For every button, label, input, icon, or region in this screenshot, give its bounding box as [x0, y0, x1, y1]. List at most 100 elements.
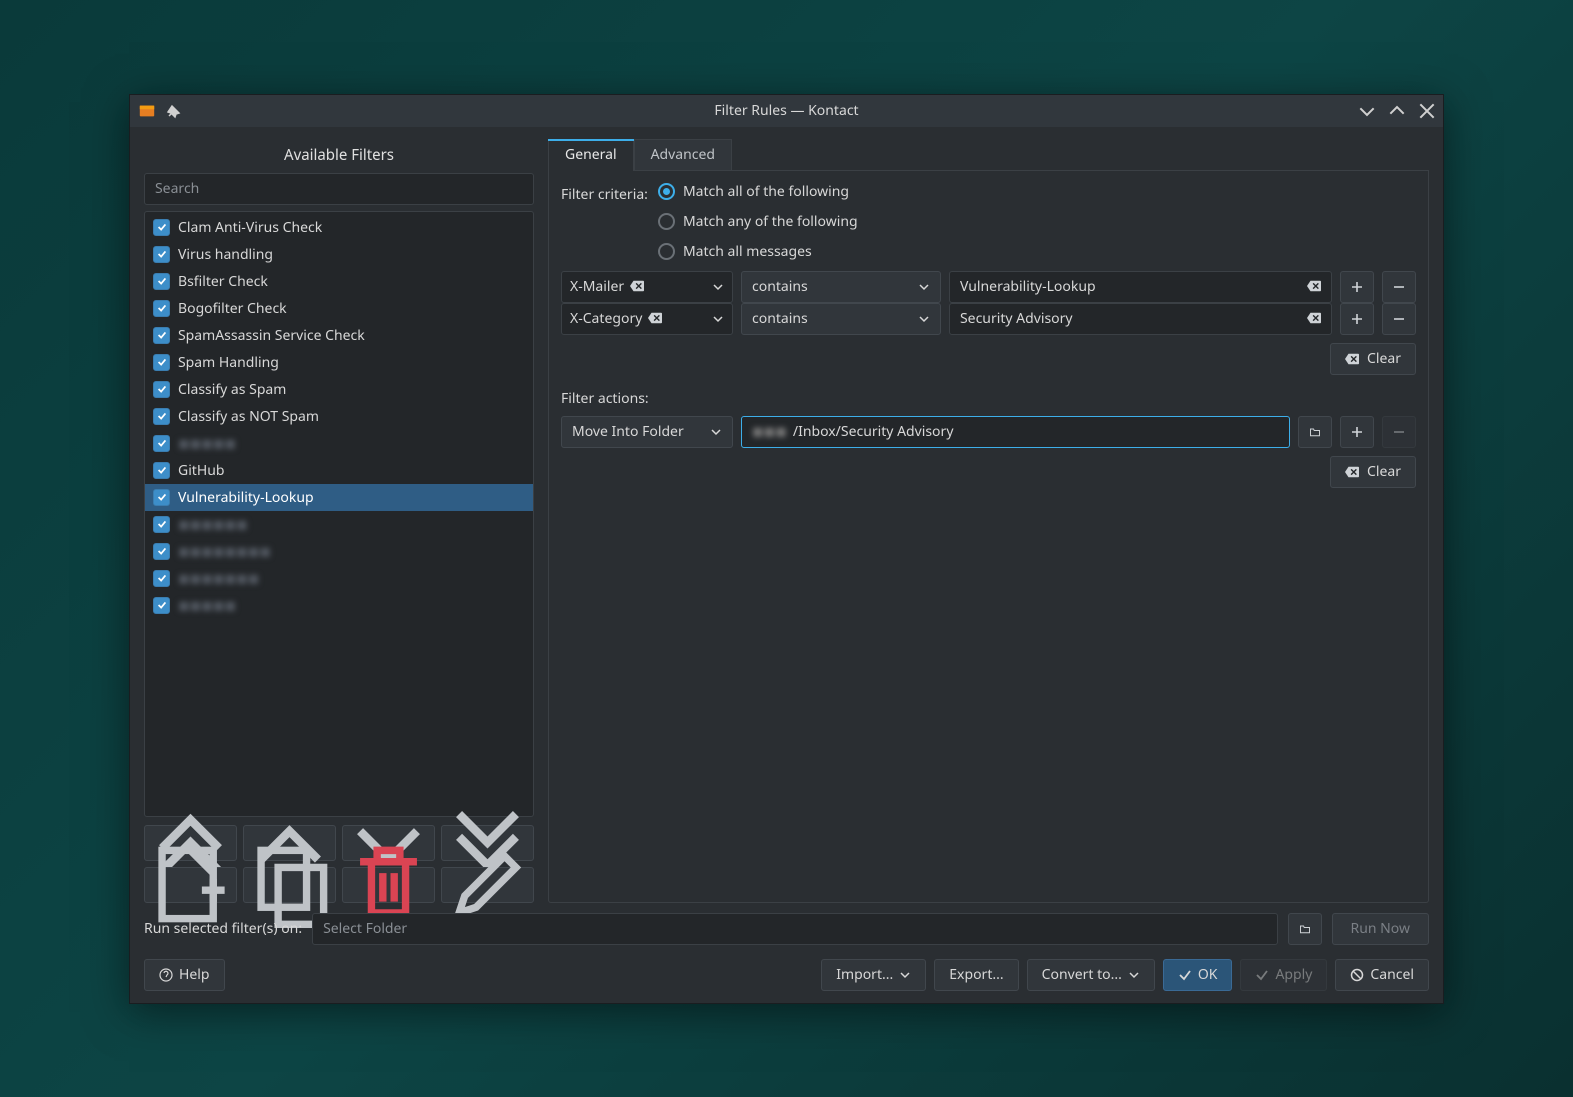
filter-checkbox[interactable]	[153, 327, 170, 344]
rule-operator-combo[interactable]: contains	[741, 303, 941, 335]
filter-checkbox[interactable]	[153, 219, 170, 236]
titlebar: Filter Rules — Kontact	[130, 95, 1443, 127]
backspace-icon	[1345, 466, 1359, 478]
action-rows: Move Into Folder◼◼◼/Inbox/Security Advis…	[561, 416, 1416, 448]
chevron-down-icon	[899, 969, 911, 981]
filter-item[interactable]: ◼◼◼◼◼◼	[145, 511, 533, 538]
filter-item[interactable]: GitHub	[145, 457, 533, 484]
filter-item[interactable]: Classify as Spam	[145, 376, 533, 403]
remove-action-button	[1382, 416, 1416, 448]
filter-item[interactable]: Bsfilter Check	[145, 268, 533, 295]
browse-run-folder-button[interactable]	[1288, 913, 1322, 945]
rename-filter-button[interactable]	[441, 867, 534, 903]
apply-button: Apply	[1240, 959, 1327, 991]
rule-value-input[interactable]: Security Advisory	[949, 303, 1332, 335]
minimize-button[interactable]	[1359, 103, 1375, 119]
copy-filter-button[interactable]	[243, 867, 336, 903]
filter-checkbox[interactable]	[153, 489, 170, 506]
filter-label: SpamAssassin Service Check	[178, 326, 365, 345]
filter-checkbox[interactable]	[153, 273, 170, 290]
filter-label: Classify as Spam	[178, 380, 286, 399]
cancel-button[interactable]: Cancel	[1335, 959, 1429, 991]
available-filters-panel: Available Filters Search Clam Anti-Virus…	[144, 139, 534, 903]
tab-advanced[interactable]: Advanced	[634, 139, 732, 170]
radio-match-all[interactable]: Match all of the following	[658, 181, 858, 203]
close-button[interactable]	[1419, 103, 1435, 119]
filter-item[interactable]: ◼◼◼◼◼	[145, 430, 533, 457]
filter-checkbox[interactable]	[153, 597, 170, 614]
criteria-rules: X-MailercontainsVulnerability-LookupX-Ca…	[561, 271, 1416, 335]
help-button[interactable]: Help	[144, 959, 225, 991]
radio-icon	[658, 243, 675, 260]
filter-checkbox[interactable]	[153, 516, 170, 533]
clear-actions-button[interactable]: Clear	[1330, 456, 1416, 488]
backspace-icon[interactable]	[630, 280, 644, 294]
add-rule-button[interactable]	[1340, 303, 1374, 335]
filter-checkbox[interactable]	[153, 570, 170, 587]
rule-field-combo[interactable]: X-Category	[561, 303, 733, 335]
filter-item[interactable]: SpamAssassin Service Check	[145, 322, 533, 349]
filter-checkbox[interactable]	[153, 435, 170, 452]
ok-button[interactable]: OK	[1163, 959, 1233, 991]
filter-item[interactable]: Vulnerability-Lookup	[145, 484, 533, 511]
add-rule-button[interactable]	[1340, 271, 1374, 303]
criteria-rule-row: X-CategorycontainsSecurity Advisory	[561, 303, 1416, 335]
convert-button[interactable]: Convert to...	[1027, 959, 1155, 991]
clear-criteria-button[interactable]: Clear	[1330, 343, 1416, 375]
rule-operator-combo[interactable]: contains	[741, 271, 941, 303]
chevron-down-icon[interactable]	[712, 281, 724, 293]
filter-search-input[interactable]: Search	[144, 173, 534, 205]
filter-label: ◼◼◼◼◼◼◼◼	[178, 542, 271, 561]
filter-checkbox[interactable]	[153, 354, 170, 371]
action-type-combo[interactable]: Move Into Folder	[561, 416, 733, 448]
add-action-button[interactable]	[1340, 416, 1374, 448]
chevron-down-icon	[1128, 969, 1140, 981]
filter-checkbox[interactable]	[153, 543, 170, 560]
filter-checkbox[interactable]	[153, 381, 170, 398]
maximize-button[interactable]	[1389, 103, 1405, 119]
filter-checkbox[interactable]	[153, 408, 170, 425]
pin-icon[interactable]	[166, 103, 182, 119]
backspace-icon[interactable]	[648, 312, 662, 326]
run-filter-label: Run selected filter(s) on:	[144, 919, 302, 938]
run-now-button: Run Now	[1332, 913, 1430, 945]
filter-label: Bsfilter Check	[178, 272, 268, 291]
criteria-rule-row: X-MailercontainsVulnerability-Lookup	[561, 271, 1416, 303]
filter-checkbox[interactable]	[153, 462, 170, 479]
filter-checkbox[interactable]	[153, 246, 170, 263]
filter-item[interactable]: ◼◼◼◼◼◼◼◼	[145, 538, 533, 565]
export-button[interactable]: Export...	[934, 959, 1018, 991]
chevron-down-icon	[918, 281, 930, 293]
filter-item[interactable]: Bogofilter Check	[145, 295, 533, 322]
filter-item[interactable]: ◼◼◼◼◼◼◼	[145, 565, 533, 592]
new-filter-button[interactable]	[144, 867, 237, 903]
radio-icon	[658, 183, 675, 200]
filter-list[interactable]: Clam Anti-Virus Check Virus handling Bsfil…	[144, 211, 534, 817]
remove-rule-button[interactable]	[1382, 271, 1416, 303]
window-title: Filter Rules — Kontact	[130, 101, 1443, 120]
filter-label: ◼◼◼◼◼	[178, 596, 236, 615]
filter-item[interactable]: Clam Anti-Virus Check	[145, 214, 533, 241]
radio-match-all-messages[interactable]: Match all messages	[658, 241, 858, 263]
chevron-down-icon	[918, 313, 930, 325]
backspace-icon[interactable]	[1307, 280, 1321, 294]
app-icon	[138, 102, 156, 120]
delete-filter-button[interactable]	[342, 867, 435, 903]
filter-item[interactable]: Virus handling	[145, 241, 533, 268]
import-button[interactable]: Import...	[821, 959, 926, 991]
action-folder-input[interactable]: ◼◼◼/Inbox/Security Advisory	[741, 416, 1290, 448]
filter-item[interactable]: Classify as NOT Spam	[145, 403, 533, 430]
browse-folder-button[interactable]	[1298, 416, 1332, 448]
filter-item[interactable]: ◼◼◼◼◼	[145, 592, 533, 619]
remove-rule-button[interactable]	[1382, 303, 1416, 335]
backspace-icon[interactable]	[1307, 312, 1321, 326]
tab-general[interactable]: General	[548, 139, 634, 170]
rule-field-combo[interactable]: X-Mailer	[561, 271, 733, 303]
filter-label: Clam Anti-Virus Check	[178, 218, 322, 237]
rule-value-input[interactable]: Vulnerability-Lookup	[949, 271, 1332, 303]
run-folder-select[interactable]: Select Folder	[312, 913, 1277, 945]
filter-checkbox[interactable]	[153, 300, 170, 317]
filter-item[interactable]: Spam Handling	[145, 349, 533, 376]
chevron-down-icon[interactable]	[712, 313, 724, 325]
radio-match-any[interactable]: Match any of the following	[658, 211, 858, 233]
